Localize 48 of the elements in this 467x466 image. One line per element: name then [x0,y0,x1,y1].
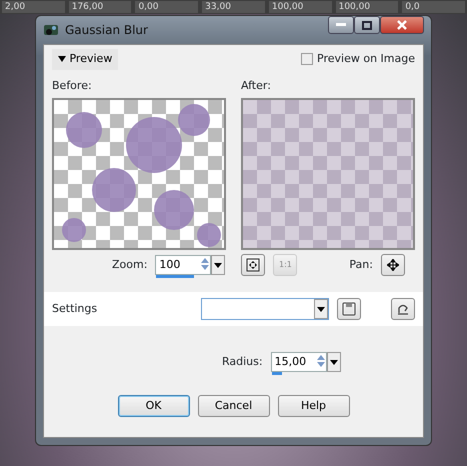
field-value[interactable]: 100 [156,256,200,274]
dialog-button[interactable]: Help [278,395,350,417]
caret-icon [58,56,66,62]
checkbox[interactable] [301,53,314,66]
app-icon [43,23,59,37]
close-button[interactable] [380,16,424,34]
zoom-field[interactable]: 100 [155,255,212,275]
fit-icon [246,258,260,272]
checkbox-label: Preview on Image [317,51,415,67]
toolbar-value-field[interactable]: 0,00 [135,1,198,13]
maximize-icon [362,20,372,30]
minimize-icon [336,23,346,27]
dropdown-button[interactable] [211,255,226,275]
close-icon [397,20,407,30]
save-button[interactable] [337,298,362,320]
dialog-button[interactable]: OK [118,395,190,417]
caret-icon [317,306,326,312]
toolbar-value-field[interactable]: 0,0 [402,1,466,13]
maximize-button[interactable] [354,16,380,34]
window-title: Gaussian Blur [65,22,149,39]
toolbar-value-field[interactable]: 100,00 [336,1,398,13]
toolbar-value-field[interactable]: 100,00 [268,1,332,13]
toolbar-value-field[interactable]: 33,00 [202,1,265,13]
spinner-icon [316,353,326,369]
settings-dropdown[interactable] [201,298,330,320]
reset-settings-button[interactable] [391,298,415,320]
pan-label: Pan: [349,256,373,273]
fit-button[interactable] [241,254,266,276]
settings-label: Settings [52,300,98,317]
dropdown-button[interactable] [326,352,341,372]
toolbar-value-field[interactable]: 2,00 [2,1,65,13]
spinner-icon [200,256,210,272]
move-icon [386,259,399,271]
caret-icon [330,360,338,364]
preview-label: After: [241,78,272,94]
hand-icon [396,302,410,316]
zoom-label: Zoom: [112,256,148,273]
caret-icon [214,262,222,268]
dialog-button[interactable]: Cancel [198,395,270,417]
pan-button[interactable] [380,254,405,276]
toolbar-value-field[interactable]: 176,00 [68,1,132,13]
save-icon [342,302,356,316]
minimize-button[interactable] [328,16,354,34]
field-value[interactable]: 15,00 [272,353,316,371]
preview-toggle[interactable]: Preview [52,49,118,70]
radius-label: Radius: [222,354,263,370]
radius-field[interactable]: 15,00 [270,352,327,372]
preview-label: Before: [52,78,93,94]
